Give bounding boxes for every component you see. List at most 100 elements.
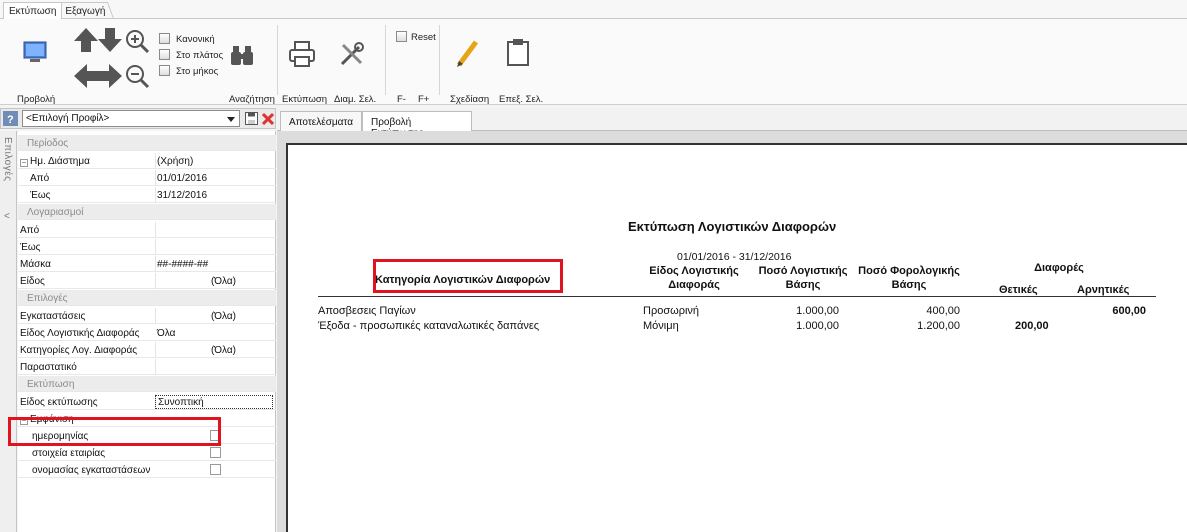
property-label: ονομασίας εγκαταστάσεων (32, 465, 150, 476)
report-period: 01/01/2016 - 31/12/2016 (677, 251, 792, 263)
ribbon-toolbar: Προβολή Κανονική Στο πλάτος Στο μήκος Αν… (0, 19, 1187, 105)
property-label-text: Λογαριασμοί (27, 207, 84, 218)
property-label: Από (30, 173, 49, 184)
tab-print-preview[interactable]: Προβολή Εκτύπωσης (362, 111, 472, 139)
profile-selected-value: <Επιλογή Προφίλ> (26, 113, 110, 124)
zoom-normal-checkbox[interactable] (159, 33, 170, 44)
monitor-icon (23, 41, 47, 62)
property-checkbox[interactable] (210, 447, 221, 458)
property-label-text: Είδος εκτύπωσης (20, 397, 98, 408)
svg-text:?: ? (7, 114, 14, 126)
collapse-icon[interactable]: < (4, 211, 10, 222)
row-category: Αποσβεσεις Παγίων (318, 305, 416, 317)
property-value[interactable]: (Όλα) (211, 311, 236, 322)
tab-results[interactable]: Αποτελέσματα (280, 111, 363, 131)
row-accounting-amount: 1.000,00 (796, 305, 839, 317)
property-value[interactable]: (Χρήση) (157, 156, 193, 167)
property-label-text: Περίοδος (27, 138, 69, 149)
font-increase-button[interactable]: F+ (418, 94, 429, 105)
property-label: στοιχεία εταιρίας (32, 448, 105, 459)
property-row[interactable]: Από (18, 222, 276, 238)
property-label: Λογαριασμοί (27, 207, 83, 218)
property-value[interactable]: Συνοπτική (155, 395, 273, 409)
property-label-text: Ημ. Διάστημα (30, 156, 90, 167)
property-row[interactable]: Είδος (Όλα) (18, 273, 276, 289)
property-row[interactable]: Είδος εκτύπωσης Συνοπτική (18, 394, 276, 410)
property-label: Από (20, 225, 39, 236)
property-divider (155, 359, 156, 375)
zoom-out-icon[interactable] (124, 63, 150, 89)
arrow-up-icon[interactable] (73, 27, 99, 53)
print-label: Εκτύπωση (282, 94, 328, 105)
options-side-tab-label: Επιλογές (2, 137, 13, 182)
property-row[interactable]: Παραστατικό (18, 359, 276, 375)
property-category: Εκτύπωση (18, 376, 276, 392)
property-row[interactable]: στοιχεία εταιρίας (18, 445, 276, 461)
zoom-width-checkbox[interactable] (159, 49, 170, 60)
profile-select[interactable]: <Επιλογή Προφίλ> (22, 110, 240, 127)
property-value[interactable]: (Όλα) (211, 276, 236, 287)
zoom-in-icon[interactable] (124, 28, 150, 54)
tab-export[interactable]: Εξαγωγή (56, 2, 115, 19)
collapse-toggle-icon[interactable]: − (20, 159, 28, 167)
property-value[interactable]: Όλα (157, 328, 175, 339)
save-icon[interactable] (245, 112, 258, 125)
row-negative: 600,00 (1112, 305, 1146, 317)
property-divider (155, 153, 156, 169)
view-label: Προβολή (17, 94, 56, 105)
property-label: − Ημ. Διάστημα (20, 156, 90, 167)
property-checkbox[interactable] (210, 464, 221, 475)
property-row[interactable]: ονομασίας εγκαταστάσεων (18, 462, 276, 478)
property-label-text: Έως (20, 242, 41, 253)
property-label-text: Είδος (20, 276, 45, 287)
header-rule (318, 296, 1156, 297)
property-row[interactable]: Από 01/01/2016 (18, 170, 276, 186)
font-decrease-button[interactable]: F- (397, 94, 406, 105)
property-label: Είδος (20, 276, 45, 287)
header-tax-line2: Βάσης (891, 279, 927, 291)
property-row[interactable]: Κατηγορίες Λογ. Διαφοράς (Όλα) (18, 342, 276, 358)
header-negative: Αρνητικές (1077, 284, 1130, 296)
property-label-text: ονομασίας εγκαταστάσεων (32, 465, 151, 476)
help-icon[interactable]: ? (3, 111, 18, 126)
delete-icon[interactable] (262, 112, 274, 125)
row-accounting-amount: 1.000,00 (796, 320, 839, 332)
ribbon-tab-strip: Εκτύπωση Εξαγωγή (0, 0, 1187, 19)
property-divider (155, 256, 156, 272)
property-row[interactable]: Εγκαταστάσεις (Όλα) (18, 308, 276, 324)
page-setup-label: Διαμ. Σελ. (334, 94, 377, 105)
property-divider (155, 273, 156, 289)
property-label-text: Έως (30, 190, 51, 201)
property-row[interactable]: Μάσκα ##-####-## (18, 256, 276, 272)
property-row[interactable]: Έως 31/12/2016 (18, 187, 276, 203)
chevron-down-icon (227, 117, 235, 122)
reset-label: Reset (411, 32, 436, 43)
property-label-text: Είδος Λογιστικής Διαφοράς (20, 328, 140, 339)
property-divider (155, 308, 156, 324)
zoom-width-label: Στο πλάτος (176, 50, 224, 61)
property-value[interactable]: 31/12/2016 (157, 190, 207, 201)
arrow-left-icon[interactable] (73, 63, 99, 89)
property-value[interactable]: 01/01/2016 (157, 173, 207, 184)
arrow-right-icon[interactable] (97, 63, 123, 89)
zoom-length-checkbox[interactable] (159, 65, 170, 76)
property-label: Περίοδος (27, 138, 68, 149)
print-preview-area[interactable]: Εκτύπωση Λογιστικών Διαφορών 01/01/2016 … (277, 131, 1187, 532)
property-value[interactable]: ##-####-## (157, 259, 208, 270)
property-label-text: Μάσκα (20, 259, 51, 270)
binoculars-icon (231, 46, 253, 65)
options-side-tab[interactable]: Επιλογές < (0, 131, 17, 532)
ribbon-separator (277, 25, 278, 95)
property-label-text: Εγκαταστάσεις (20, 311, 86, 322)
property-label: Είδος Λογιστικής Διαφοράς (20, 328, 140, 339)
arrow-down-icon[interactable] (97, 27, 123, 53)
row-category: Έξοδα - προσωπικές καταναλωτικές δαπάνες (318, 320, 540, 332)
property-row[interactable]: Έως (18, 239, 276, 255)
row-positive: 200,00 (1015, 320, 1049, 332)
property-row[interactable]: Είδος Λογιστικής Διαφοράς Όλα (18, 325, 276, 341)
property-label: Μάσκα (20, 259, 51, 270)
options-property-grid: Περίοδος − Ημ. Διάστημα (Χρήση) Από 01/01/201… (18, 131, 276, 532)
tab-print[interactable]: Εκτύπωση (3, 2, 63, 19)
property-row[interactable]: − Ημ. Διάστημα (Χρήση) (18, 153, 276, 169)
property-value[interactable]: (Όλα) (211, 345, 236, 356)
